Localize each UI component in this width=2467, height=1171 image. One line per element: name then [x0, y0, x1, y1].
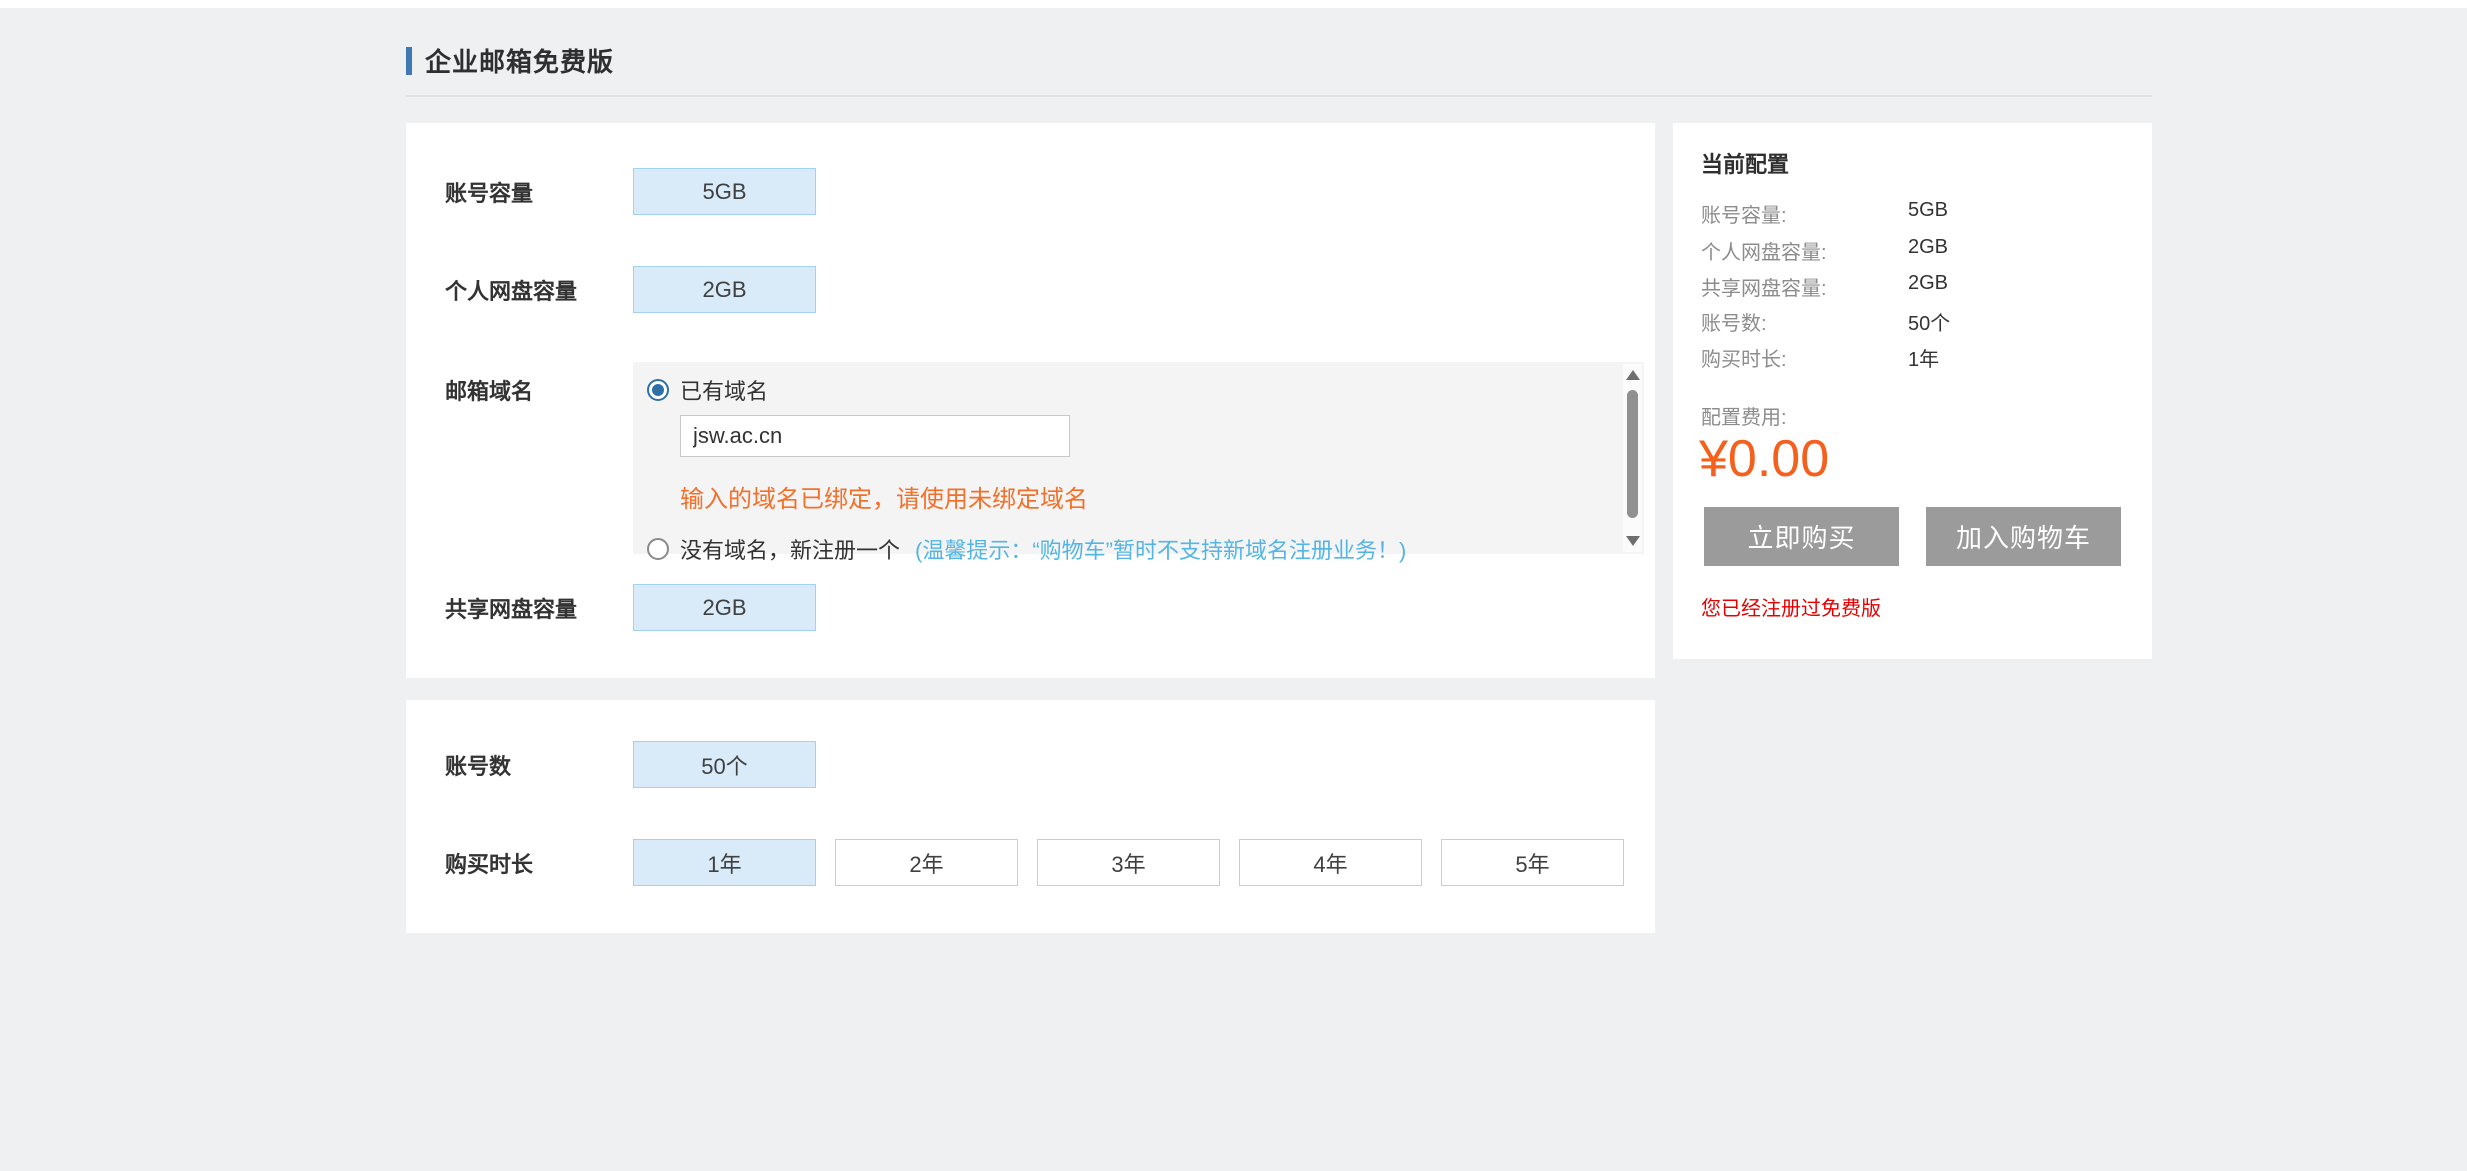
personal-disk-option-2gb[interactable]: 2GB: [633, 266, 816, 313]
account-count-option-50[interactable]: 50个: [633, 741, 816, 788]
row-shared-disk: 共享网盘容量 2GB: [445, 584, 816, 631]
current-config-panel: 当前配置 账号容量: 5GB 个人网盘容量: 2GB 共享网盘容量: 2GB 账…: [1673, 123, 2152, 659]
summary-row-personal-disk: 个人网盘容量: 2GB: [1701, 236, 2121, 262]
summary-value: 2GB: [1908, 272, 1948, 295]
row-personal-disk: 个人网盘容量 2GB: [445, 266, 816, 313]
summary-value: 1年: [1908, 343, 1939, 372]
summary-row-account-capacity: 账号容量: 5GB: [1701, 199, 2121, 225]
row-account-count: 账号数 50个: [445, 741, 816, 788]
duration-option-3y[interactable]: 3年: [1037, 839, 1220, 886]
row-email-domain: 邮箱域名 已有域名 输入的域名已绑定，请使用未绑定域名 没有域名，新注册一个 (…: [445, 362, 1644, 554]
summary-label: 购买时长:: [1701, 349, 1787, 371]
personal-disk-label: 个人网盘容量: [445, 274, 633, 306]
account-count-label: 账号数: [445, 749, 633, 781]
summary-row-duration: 购买时长: 1年: [1701, 343, 2121, 369]
already-registered-notice: 您已经注册过免费版: [1701, 592, 1881, 621]
account-capacity-option-5gb[interactable]: 5GB: [633, 168, 816, 215]
page-header: 企业邮箱免费版: [406, 42, 614, 79]
fee-amount: ¥0.00: [1699, 429, 1829, 489]
summary-value: 50个: [1908, 307, 1950, 336]
top-strip: [0, 0, 2467, 8]
summary-row-shared-disk: 共享网盘容量: 2GB: [1701, 272, 2121, 298]
summary-label: 共享网盘容量:: [1701, 278, 1827, 300]
summary-label: 账号容量:: [1701, 205, 1787, 227]
page: 企业邮箱免费版 账号容量 5GB 个人网盘容量 2GB 邮箱域名 已有域名 输入…: [0, 0, 2467, 1171]
title-separator: [406, 95, 2152, 97]
domain-input[interactable]: [680, 415, 1070, 457]
buy-now-button[interactable]: 立即购买: [1704, 507, 1899, 566]
duration-option-4y[interactable]: 4年: [1239, 839, 1422, 886]
purchase-card: 账号数 50个 购买时长 1年 2年 3年 4年 5年: [406, 700, 1655, 933]
row-account-capacity: 账号容量 5GB: [445, 168, 816, 215]
add-to-cart-button[interactable]: 加入购物车: [1926, 507, 2121, 566]
duration-option-1y[interactable]: 1年: [633, 839, 816, 886]
summary-label: 个人网盘容量:: [1701, 242, 1827, 264]
new-domain-option[interactable]: 没有域名，新注册一个 (温馨提示：“购物车”暂时不支持新域名注册业务！): [647, 533, 1604, 565]
existing-domain-option[interactable]: 已有域名: [647, 374, 1604, 406]
panel-title: 当前配置: [1701, 147, 1789, 179]
email-domain-label: 邮箱域名: [445, 362, 633, 406]
duration-label: 购买时长: [445, 847, 633, 879]
fee-label: 配置费用:: [1701, 401, 1787, 430]
summary-value: 5GB: [1908, 199, 1948, 222]
new-domain-hint: (温馨提示：“购物车”暂时不支持新域名注册业务！): [915, 533, 1406, 565]
title-accent-bar: [406, 47, 412, 75]
account-capacity-label: 账号容量: [445, 176, 633, 208]
summary-row-account-count: 账号数: 50个: [1701, 307, 2121, 333]
summary-label: 账号数:: [1701, 313, 1767, 335]
page-title: 企业邮箱免费版: [425, 42, 614, 79]
scroll-down-arrow-icon[interactable]: [1626, 536, 1640, 546]
scrollbar-thumb[interactable]: [1627, 390, 1638, 518]
domain-box-scrollbar[interactable]: [1623, 364, 1642, 552]
shared-disk-label: 共享网盘容量: [445, 592, 633, 624]
row-duration: 购买时长 1年 2年 3年 4年 5年: [445, 839, 1624, 886]
duration-option-2y[interactable]: 2年: [835, 839, 1018, 886]
scroll-up-arrow-icon[interactable]: [1626, 370, 1640, 380]
new-domain-option-label: 没有域名，新注册一个: [680, 533, 900, 565]
new-domain-radio[interactable]: [647, 538, 669, 560]
domain-error-message: 输入的域名已绑定，请使用未绑定域名: [680, 479, 1604, 514]
existing-domain-radio[interactable]: [647, 379, 669, 401]
config-card: 账号容量 5GB 个人网盘容量 2GB 邮箱域名 已有域名 输入的域名已绑定，请…: [406, 123, 1655, 678]
shared-disk-option-2gb[interactable]: 2GB: [633, 584, 816, 631]
domain-options-box: 已有域名 输入的域名已绑定，请使用未绑定域名 没有域名，新注册一个 (温馨提示：…: [633, 362, 1644, 554]
duration-option-5y[interactable]: 5年: [1441, 839, 1624, 886]
summary-value: 2GB: [1908, 236, 1948, 259]
duration-options: 1年 2年 3年 4年 5年: [633, 839, 1624, 886]
existing-domain-option-label: 已有域名: [680, 374, 768, 406]
